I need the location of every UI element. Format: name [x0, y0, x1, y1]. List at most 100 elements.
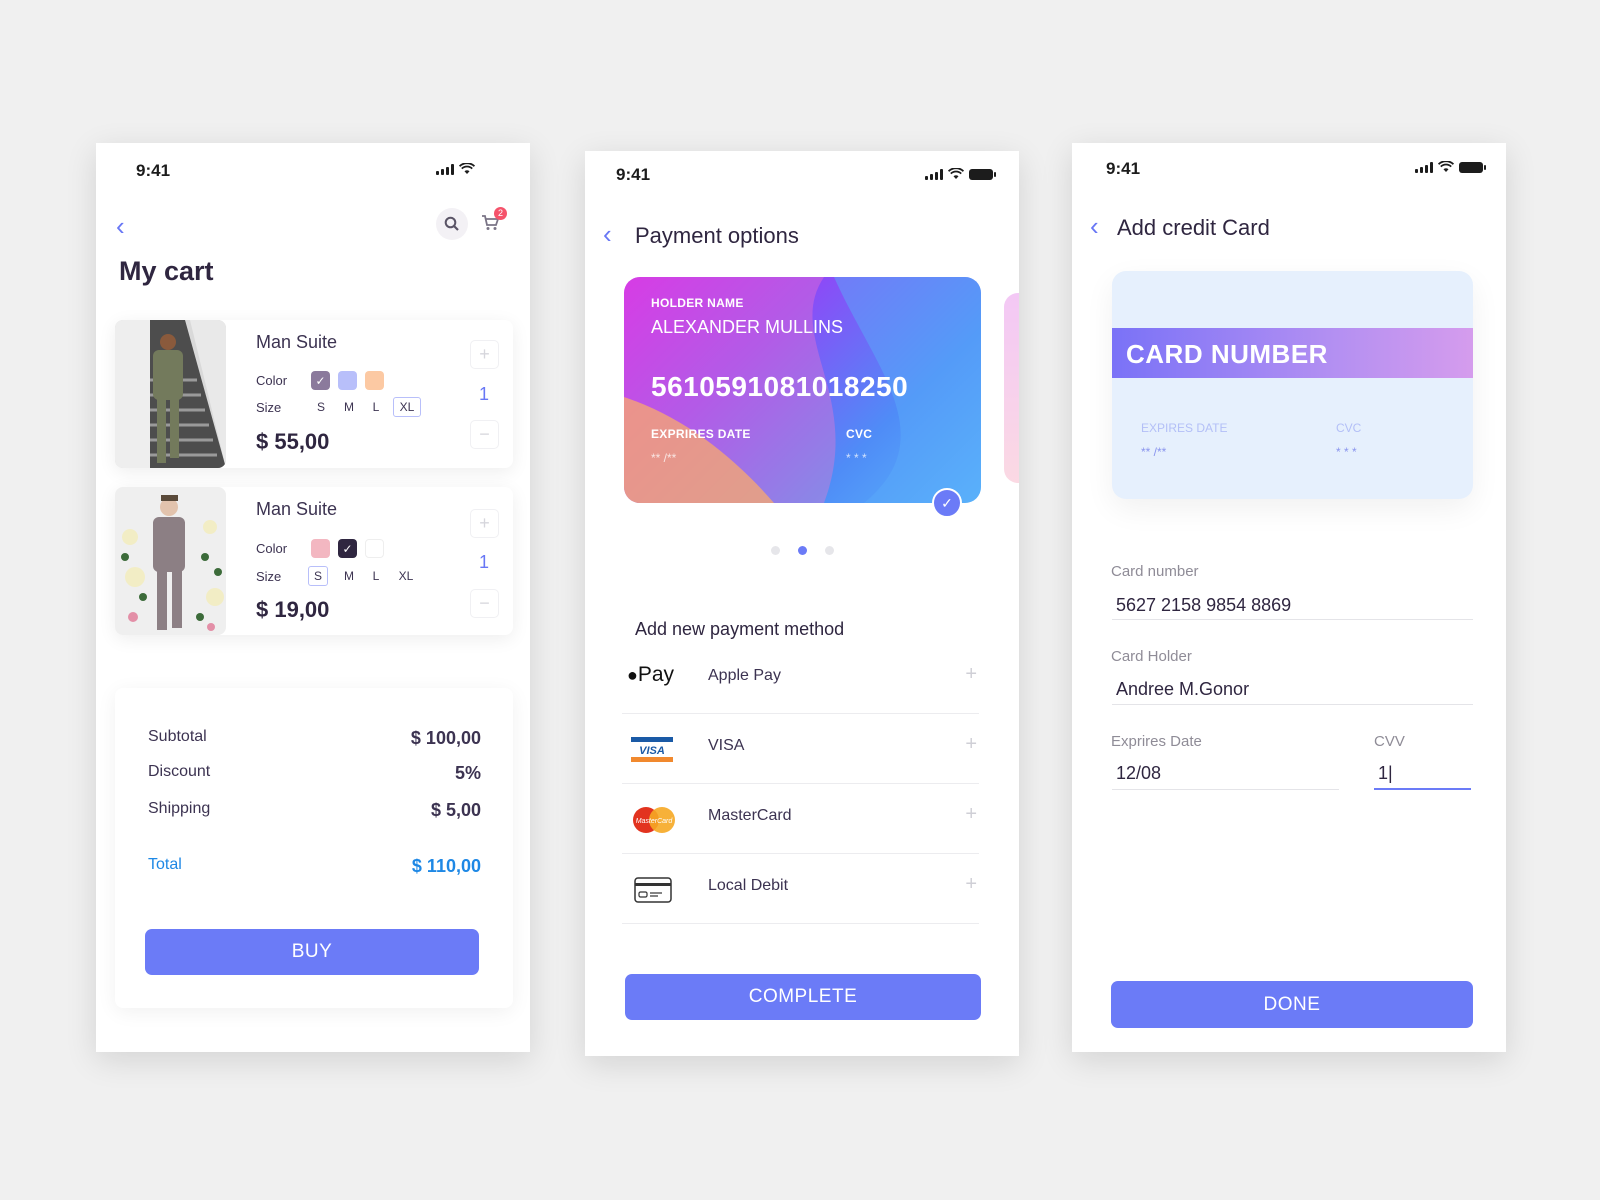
status-time: 9:41: [1106, 159, 1141, 178]
selected-check-icon: ✓: [932, 488, 962, 518]
shipping-row: Shipping $ 5,00: [148, 800, 481, 821]
size-option[interactable]: XL: [393, 567, 419, 585]
card-number-placeholder: CARD NUMBER: [1126, 339, 1328, 369]
expires-label: EXPIRES DATE: [1141, 421, 1228, 435]
visa-icon: VISA: [631, 737, 673, 762]
item-quantity: 1: [478, 552, 489, 572]
cvc-value: * * *: [846, 451, 867, 465]
color-swatch[interactable]: [311, 539, 330, 558]
cart-screen: 9:41 ‹ 2 My cart Man Suite Color ✓ Size …: [96, 143, 530, 1052]
card-preview: CARD NUMBER EXPIRES DATE ** /** CVC * * …: [1112, 271, 1473, 499]
search-icon: [444, 216, 459, 231]
card-number-label: Card number: [1111, 563, 1199, 580]
add-card-screen: 9:41 ‹ Add credit Card CARD NUMBER EXPIR…: [1072, 143, 1506, 1052]
card-holder-underline: [1112, 704, 1473, 705]
item-price: $ 55,00: [256, 429, 330, 454]
color-swatch[interactable]: [365, 371, 384, 390]
payment-screen: 9:41 ‹ Payment options HOLDER NAME ALEXA…: [585, 151, 1019, 1056]
size-option[interactable]: M: [336, 567, 362, 585]
cvv-label: CVV: [1374, 733, 1405, 750]
size-label: Size: [256, 400, 282, 415]
payment-method-local-debit[interactable]: Local Debit +: [622, 855, 979, 924]
payment-method-mastercard[interactable]: MasterCard MasterCard +: [622, 785, 979, 854]
svg-text:VISA: VISA: [639, 745, 665, 757]
decrease-qty-button[interactable]: −: [470, 589, 499, 618]
discount-value: 5%: [454, 763, 481, 783]
add-icon[interactable]: +: [965, 733, 977, 756]
complete-button[interactable]: COMPLETE: [625, 974, 981, 1020]
buy-button[interactable]: BUY: [145, 929, 479, 975]
add-icon[interactable]: +: [965, 663, 977, 686]
holder-name-label: HOLDER NAME: [651, 296, 744, 310]
back-button[interactable]: ‹: [1090, 213, 1099, 239]
back-button[interactable]: ‹: [603, 221, 612, 247]
color-swatch[interactable]: [365, 539, 384, 558]
discount-label: Discount: [148, 763, 211, 780]
color-label: Color: [256, 541, 288, 556]
page-title: Payment options: [635, 223, 799, 248]
cvc-label: CVC: [846, 427, 873, 441]
svg-text:MasterCard: MasterCard: [636, 818, 674, 825]
apple-pay-icon: ●Pay: [627, 663, 675, 686]
item-price: $ 19,00: [256, 597, 330, 622]
add-icon[interactable]: +: [965, 803, 977, 826]
status-icons: [436, 163, 475, 175]
expires-date-underline: [1112, 789, 1339, 790]
payment-method-apple-pay[interactable]: ●Pay Apple Pay +: [622, 645, 979, 714]
status-icons: [925, 168, 996, 180]
item-name: Man Suite: [256, 332, 338, 352]
subtotal-label: Subtotal: [148, 728, 207, 745]
carousel-dot-active[interactable]: [798, 546, 807, 555]
done-button[interactable]: DONE: [1111, 981, 1473, 1028]
method-label: VISA: [708, 737, 745, 754]
back-button[interactable]: ‹: [116, 213, 125, 239]
section-title: Add new payment method: [635, 619, 845, 639]
total-label: Total: [148, 856, 182, 873]
wifi-icon: [948, 168, 964, 179]
cart-item: Man Suite Color ✓ Size S M L XL $ 55,00 …: [115, 320, 513, 468]
cvv-input[interactable]: 1|: [1378, 763, 1393, 784]
item-name: Man Suite: [256, 499, 338, 519]
add-icon[interactable]: +: [965, 873, 977, 896]
color-swatch[interactable]: [338, 371, 357, 390]
carousel-dot[interactable]: [825, 546, 834, 555]
expires-date-label: Exprires Date: [1111, 733, 1202, 750]
method-label: MasterCard: [708, 807, 792, 824]
size-option-selected[interactable]: S: [308, 566, 328, 586]
card-holder-input[interactable]: Andree M.Gonor: [1116, 679, 1249, 700]
product-image: [115, 487, 226, 635]
debit-card-icon: [634, 877, 672, 903]
status-icons: [1415, 161, 1486, 173]
card-number-underline: [1112, 619, 1473, 620]
expires-date-input[interactable]: 12/08: [1116, 763, 1161, 784]
credit-card[interactable]: HOLDER NAME ALEXANDER MULLINS 5610591081…: [624, 277, 981, 503]
battery-icon: [969, 168, 996, 180]
card-number-input[interactable]: 5627 2158 9854 8869: [1116, 595, 1291, 616]
search-button[interactable]: [436, 208, 468, 240]
payment-method-visa[interactable]: VISA VISA +: [622, 715, 979, 784]
size-option[interactable]: S: [308, 398, 334, 416]
increase-qty-button[interactable]: +: [470, 509, 499, 538]
size-option[interactable]: M: [336, 398, 362, 416]
signal-icon: [1415, 161, 1433, 173]
next-card-peek[interactable]: [1004, 293, 1019, 483]
color-swatch-selected[interactable]: ✓: [338, 539, 357, 558]
size-option[interactable]: L: [363, 398, 389, 416]
decrease-qty-button[interactable]: −: [470, 420, 499, 449]
subtotal-row: Subtotal $ 100,00: [148, 728, 481, 749]
increase-qty-button[interactable]: +: [470, 340, 499, 369]
card-holder-label: Card Holder: [1111, 648, 1192, 665]
cart-button[interactable]: 2: [481, 207, 507, 236]
item-quantity: 1: [478, 384, 489, 404]
carousel-dot[interactable]: [771, 546, 780, 555]
wifi-icon: [1438, 161, 1454, 172]
cart-badge: 2: [494, 207, 507, 220]
total-row: Total $ 110,00: [148, 856, 481, 877]
battery-icon: [1459, 161, 1486, 173]
color-swatch-selected[interactable]: ✓: [311, 371, 330, 390]
shipping-value: $ 5,00: [430, 800, 481, 820]
status-time: 9:41: [136, 161, 171, 180]
size-option[interactable]: L: [363, 567, 389, 585]
holder-name: ALEXANDER MULLINS: [651, 317, 844, 337]
size-option-selected[interactable]: XL: [393, 397, 421, 417]
